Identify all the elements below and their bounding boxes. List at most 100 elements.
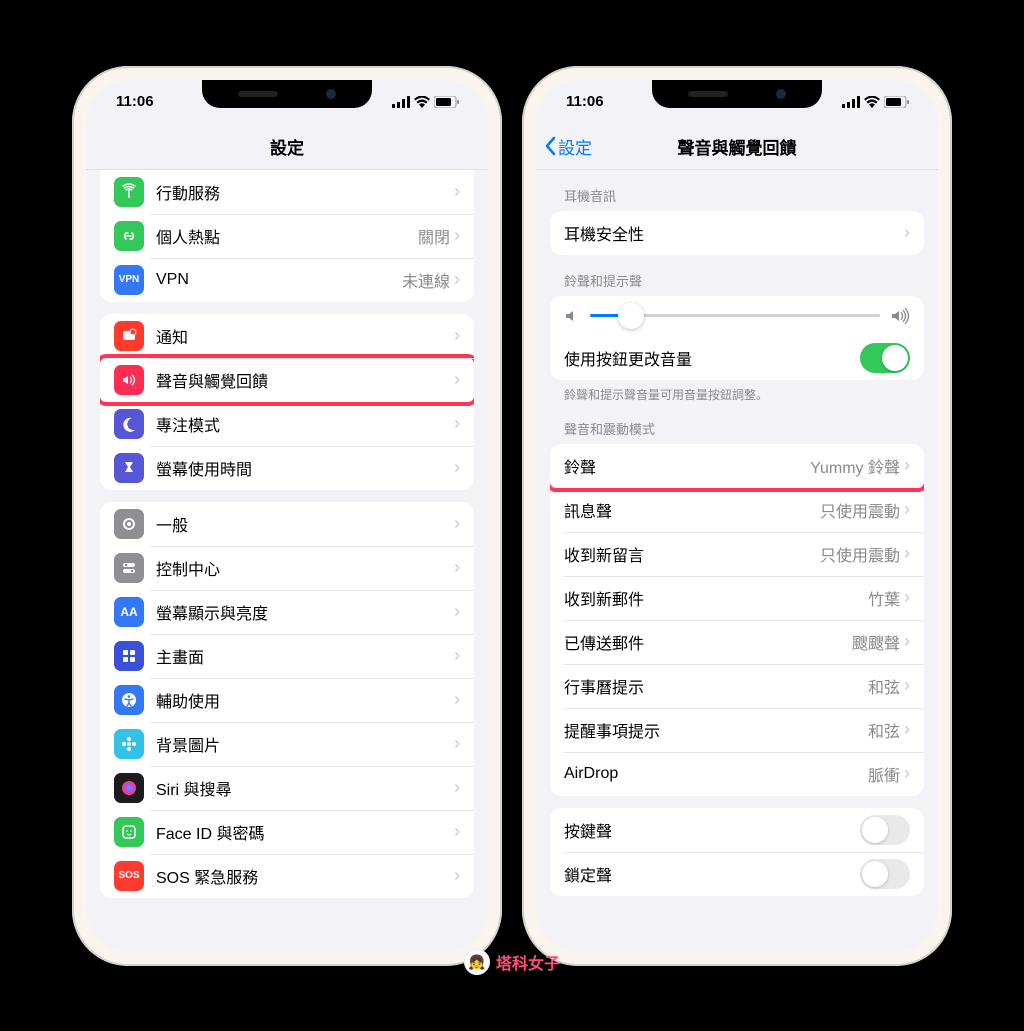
- settings-row[interactable]: 專注模式›: [100, 402, 474, 446]
- settings-row[interactable]: AA螢幕顯示與亮度›: [100, 590, 474, 634]
- chevron-right-icon: ›: [454, 457, 460, 478]
- toggle-row[interactable]: 按鍵聲: [550, 808, 924, 852]
- gear-icon: [114, 509, 144, 539]
- notch: [652, 80, 822, 108]
- row-label: 聲音與觸覺回饋: [156, 368, 454, 392]
- chevron-right-icon: ›: [454, 821, 460, 842]
- chevron-right-icon: ›: [454, 225, 460, 246]
- switches-icon: [114, 553, 144, 583]
- toggle-use-buttons[interactable]: [860, 343, 910, 373]
- link-icon: [114, 221, 144, 251]
- flower-icon: [114, 729, 144, 759]
- accessibility-icon: [114, 685, 144, 715]
- section-header-sounds: 聲音和震動模式: [550, 403, 924, 444]
- settings-row[interactable]: SOSSOS 緊急服務›: [100, 854, 474, 898]
- row-value: Yummy 鈴聲: [810, 454, 900, 478]
- chevron-right-icon: ›: [904, 763, 910, 784]
- settings-row[interactable]: 聲音與觸覺回饋›: [100, 358, 474, 402]
- sound-row[interactable]: 行事曆提示和弦›: [550, 664, 924, 708]
- toggle-switch[interactable]: [860, 859, 910, 889]
- volume-slider[interactable]: [590, 314, 880, 317]
- speaker-high-icon: [890, 308, 910, 324]
- chevron-right-icon: ›: [454, 413, 460, 434]
- row-label: 提醒事項提示: [564, 718, 868, 742]
- chevron-right-icon: ›: [454, 689, 460, 710]
- sound-row[interactable]: 提醒事項提示和弦›: [550, 708, 924, 752]
- row-value: 只使用震動: [820, 542, 900, 566]
- chevron-right-icon: ›: [904, 222, 910, 243]
- settings-row[interactable]: 通知›: [100, 314, 474, 358]
- screen-right: 11:06 設定 聲音與觸覺回饋 耳機音訊 耳機安全性 › 鈴聲和提示聲: [536, 80, 938, 952]
- settings-row[interactable]: 行動服務›: [100, 170, 474, 214]
- sound-row[interactable]: 鈴聲Yummy 鈴聲›: [550, 444, 924, 488]
- chevron-right-icon: ›: [454, 645, 460, 666]
- settings-row[interactable]: 背景圖片›: [100, 722, 474, 766]
- phone-right: 11:06 設定 聲音與觸覺回饋 耳機音訊 耳機安全性 › 鈴聲和提示聲: [522, 66, 952, 966]
- sound-row[interactable]: 已傳送郵件颼颼聲›: [550, 620, 924, 664]
- row-label: 個人熱點: [156, 224, 418, 248]
- row-label: 鎖定聲: [564, 862, 860, 886]
- row-label: 已傳送郵件: [564, 630, 852, 654]
- nav-bar: 設定 聲音與觸覺回饋: [536, 124, 938, 170]
- chevron-right-icon: ›: [454, 865, 460, 886]
- row-label: 鈴聲: [564, 454, 810, 478]
- row-label: 使用按鈕更改音量: [564, 346, 860, 370]
- chevron-right-icon: ›: [904, 499, 910, 520]
- row-label: 按鍵聲: [564, 818, 860, 842]
- row-value: 竹葉: [868, 586, 900, 610]
- chevron-right-icon: ›: [454, 601, 460, 622]
- row-label: 訊息聲: [564, 498, 820, 522]
- nav-title: 設定: [270, 134, 304, 159]
- chevron-right-icon: ›: [454, 325, 460, 346]
- cellular-icon: [842, 96, 860, 108]
- sound-row[interactable]: 訊息聲只使用震動›: [550, 488, 924, 532]
- nav-bar: 設定: [86, 124, 488, 170]
- status-time: 11:06: [566, 93, 604, 110]
- settings-row[interactable]: 控制中心›: [100, 546, 474, 590]
- toggle-row[interactable]: 鎖定聲: [550, 852, 924, 896]
- chevron-right-icon: ›: [454, 777, 460, 798]
- sound-row[interactable]: 收到新留言只使用震動›: [550, 532, 924, 576]
- row-label: 專注模式: [156, 412, 454, 436]
- sound-row[interactable]: 收到新郵件竹葉›: [550, 576, 924, 620]
- sound-row[interactable]: AirDrop脈衝›: [550, 752, 924, 796]
- settings-row[interactable]: VPNVPN未連線›: [100, 258, 474, 302]
- settings-row[interactable]: 一般›: [100, 502, 474, 546]
- back-label: 設定: [558, 134, 592, 159]
- speaker-low-icon: [564, 308, 580, 324]
- settings-row[interactable]: 螢幕使用時間›: [100, 446, 474, 490]
- section-header-headphone: 耳機音訊: [550, 170, 924, 211]
- settings-row[interactable]: Siri 與搜尋›: [100, 766, 474, 810]
- section-footer-ringer: 鈴聲和提示聲音量可用音量按鈕調整。: [550, 380, 924, 403]
- row-value: 關閉: [418, 224, 450, 248]
- row-label: 行事曆提示: [564, 674, 868, 698]
- chevron-right-icon: ›: [904, 587, 910, 608]
- chevron-right-icon: ›: [454, 369, 460, 390]
- back-button[interactable]: 設定: [544, 134, 592, 159]
- toggle-switch[interactable]: [860, 815, 910, 845]
- notch: [202, 80, 372, 108]
- settings-row[interactable]: 主畫面›: [100, 634, 474, 678]
- row-label: 主畫面: [156, 644, 454, 668]
- row-label: Face ID 與密碼: [156, 820, 454, 844]
- chevron-right-icon: ›: [454, 733, 460, 754]
- settings-row[interactable]: 輔助使用›: [100, 678, 474, 722]
- chevron-left-icon: [544, 136, 556, 156]
- row-use-buttons[interactable]: 使用按鈕更改音量: [550, 336, 924, 380]
- chevron-right-icon: ›: [454, 269, 460, 290]
- row-headphone-safety[interactable]: 耳機安全性 ›: [550, 211, 924, 255]
- row-label: SOS 緊急服務: [156, 864, 454, 888]
- sounds-content[interactable]: 耳機音訊 耳機安全性 › 鈴聲和提示聲: [536, 170, 938, 952]
- cellular-icon: [392, 96, 410, 108]
- settings-row[interactable]: 個人熱點關閉›: [100, 214, 474, 258]
- sound-icon: [114, 365, 144, 395]
- row-label: Siri 與搜尋: [156, 776, 454, 800]
- row-value: 颼颼聲: [852, 630, 900, 654]
- settings-row[interactable]: Face ID 與密碼›: [100, 810, 474, 854]
- row-label: 耳機安全性: [564, 221, 904, 245]
- watermark-text: 塔科女子: [496, 950, 560, 974]
- settings-content[interactable]: 行動服務›個人熱點關閉›VPNVPN未連線› 通知›聲音與觸覺回饋›專注模式›螢…: [86, 170, 488, 952]
- row-value: 和弦: [868, 674, 900, 698]
- row-label: 行動服務: [156, 180, 454, 204]
- volume-slider-row: [550, 296, 924, 336]
